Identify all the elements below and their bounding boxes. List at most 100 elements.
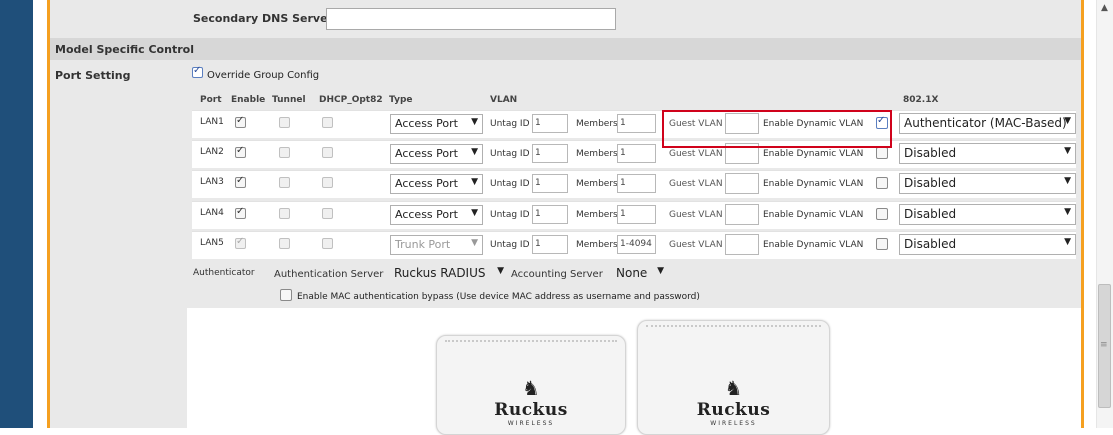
guest-vlan-label: Guest VLAN [669,149,723,159]
port-type-select[interactable]: Trunk Port ▼ [390,235,483,255]
enable-checkbox[interactable] [235,175,246,188]
members-label: Members [576,179,618,189]
dot1x-value: Authenticator (MAC-Based) [904,116,1067,130]
ruckus-dog-logo-icon: ♞ [522,376,540,400]
dot1x-select[interactable]: Disabled ▼ [899,173,1076,194]
port-type-value: Access Port [395,117,458,130]
enable-checkbox[interactable] [235,206,246,219]
dot1x-value: Disabled [904,146,957,160]
guest-vlan-input[interactable] [725,204,759,225]
header-dhcp-opt82: DHCP_Opt82 [319,95,383,105]
right-accent-border [1081,0,1084,428]
section-header-band [50,38,1081,60]
port-type-value: Trunk Port [395,238,451,251]
dot1x-select[interactable]: Authenticator (MAC-Based) ▼ [899,113,1076,134]
port-name: LAN1 [200,117,224,127]
untag-id-input[interactable]: 1 [532,144,568,163]
port-type-select[interactable]: Access Port ▼ [390,114,483,134]
enable-checkbox[interactable] [235,115,246,128]
dynamic-vlan-label: Enable Dynamic VLAN [763,149,864,159]
members-input[interactable]: 1 [617,174,656,193]
members-input[interactable]: 1 [617,114,656,133]
port-type-value: Access Port [395,147,458,160]
override-group-config-label: Override Group Config [207,70,320,81]
chevron-down-icon: ▼ [471,238,478,248]
auth-server-label: Authentication Server [274,269,384,280]
chevron-down-icon: ▼ [1064,237,1071,247]
dot1x-value: Disabled [904,176,957,190]
members-label: Members [576,119,618,129]
chevron-down-icon: ▼ [1064,207,1071,217]
header-vlan: VLAN [490,95,518,105]
scroll-up-arrow-icon[interactable]: ▲ [1096,0,1113,16]
dot1x-value: Disabled [904,207,957,221]
dhcp-opt82-checkbox [322,147,333,158]
dot1x-select[interactable]: Disabled ▼ [899,234,1076,255]
dynamic-vlan-label: Enable Dynamic VLAN [763,240,864,250]
header-port: Port [200,95,222,105]
sidebar-gap [33,0,47,428]
dhcp-opt82-checkbox [322,208,333,219]
members-label: Members [576,240,618,250]
port-type-select[interactable]: Access Port ▼ [390,144,483,164]
members-input[interactable]: 1 [617,144,656,163]
secondary-dns-input[interactable] [326,8,616,30]
acct-server-select[interactable]: None ▼ [612,264,668,284]
chevron-down-icon: ▼ [471,177,478,187]
members-input[interactable]: 1-4094 [617,235,656,254]
guest-vlan-input[interactable] [725,234,759,255]
header-802-1x: 802.1X [903,95,939,105]
untag-id-label: Untag ID [490,179,530,189]
port-setting-label: Port Setting [55,69,131,82]
scroll-grip-icon: ≡ [1100,340,1108,350]
untag-id-label: Untag ID [490,210,530,220]
left-sidebar-strip [0,0,33,428]
port-name: LAN5 [200,238,224,248]
dynamic-vlan-checkbox[interactable] [876,208,888,220]
guest-vlan-label: Guest VLAN [669,240,723,250]
guest-vlan-label: Guest VLAN [669,210,723,220]
tunnel-checkbox [279,238,290,249]
dot1x-select[interactable]: Disabled ▼ [899,143,1076,164]
header-type: Type [389,95,413,105]
members-input[interactable]: 1 [617,205,656,224]
enable-checkbox[interactable] [235,145,246,158]
untag-id-label: Untag ID [490,149,530,159]
tunnel-checkbox [279,208,290,219]
device-image-area [187,308,1081,428]
dhcp-opt82-checkbox [322,177,333,188]
untag-id-input[interactable]: 1 [532,235,568,254]
guest-vlan-label: Guest VLAN [669,179,723,189]
dynamic-vlan-checkbox[interactable] [876,177,888,189]
access-point-image-right: ♞ Ruckus WIRELESS [637,320,830,435]
ruckus-brand-text: Ruckus [696,400,771,420]
acct-server-label: Accounting Server [511,269,603,280]
header-tunnel: Tunnel [272,95,306,105]
tunnel-checkbox [279,117,290,128]
port-name: LAN2 [200,147,224,157]
dynamic-vlan-checkbox[interactable] [876,238,888,250]
override-group-config-checkbox[interactable] [192,65,203,78]
port-type-select[interactable]: Access Port ▼ [390,205,483,225]
port-type-select[interactable]: Access Port ▼ [390,174,483,194]
untag-id-input[interactable]: 1 [532,205,568,224]
dhcp-opt82-checkbox [322,238,333,249]
tunnel-checkbox [279,147,290,158]
enable-checkbox [235,236,246,249]
untag-id-label: Untag ID [490,240,530,250]
guest-vlan-input[interactable] [725,173,759,194]
dynamic-vlan-label: Enable Dynamic VLAN [763,210,864,220]
dot1x-select[interactable]: Disabled ▼ [899,204,1076,225]
chevron-down-icon: ▼ [471,208,478,218]
chevron-down-icon: ▼ [1064,116,1071,126]
untag-id-input[interactable]: 1 [532,114,568,133]
mac-bypass-checkbox[interactable] [280,289,292,301]
port-name: LAN3 [200,177,224,187]
port-type-value: Access Port [395,177,458,190]
ruckus-dog-logo-icon: ♞ [724,376,743,400]
untag-id-input[interactable]: 1 [532,174,568,193]
ruckus-brand-text: Ruckus [494,400,568,420]
auth-server-select[interactable]: Ruckus RADIUS ▼ [390,264,508,284]
dynamic-vlan-checkbox[interactable] [876,147,888,159]
untag-id-label: Untag ID [490,119,530,129]
